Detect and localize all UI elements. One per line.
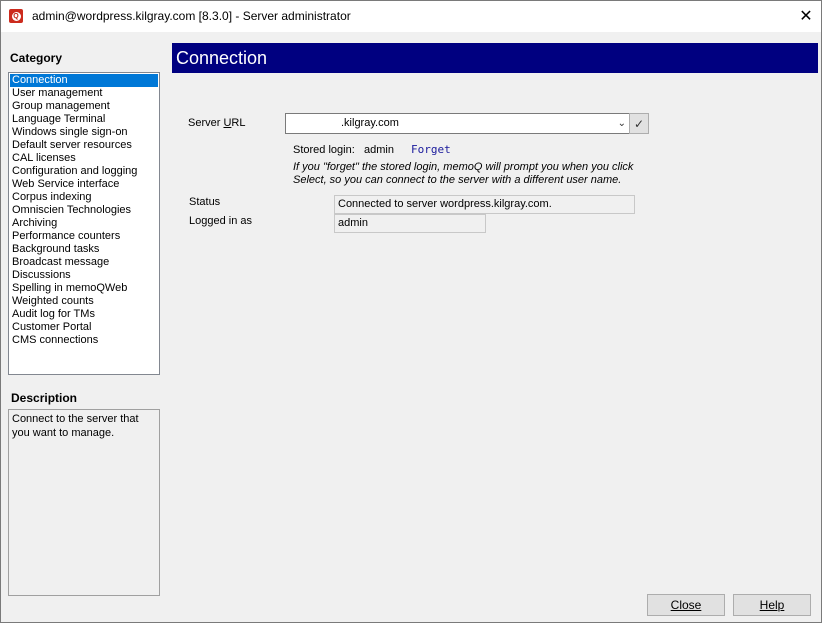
logged-in-as-field: admin: [334, 214, 486, 233]
server-url-value: .kilgray.com: [341, 117, 399, 129]
category-heading: Category: [10, 51, 63, 65]
window-title: admin@wordpress.kilgray.com [8.3.0] - Se…: [32, 9, 351, 23]
category-item[interactable]: Audit log for TMs: [10, 308, 158, 321]
forget-link[interactable]: Forget: [411, 143, 451, 156]
category-item[interactable]: Weighted counts: [10, 295, 158, 308]
select-server-check-button[interactable]: ✓: [629, 113, 649, 134]
forget-hint-text: If you "forget" the stored login, memoQ …: [293, 161, 634, 186]
category-item[interactable]: Connection: [10, 74, 158, 87]
server-administrator-window: Q admin@wordpress.kilgray.com [8.3.0] - …: [0, 0, 822, 623]
category-item[interactable]: User management: [10, 87, 158, 100]
category-item[interactable]: Web Service interface: [10, 178, 158, 191]
close-window-icon[interactable]: ✕: [791, 1, 821, 31]
category-item[interactable]: Broadcast message: [10, 256, 158, 269]
category-item[interactable]: Configuration and logging: [10, 165, 158, 178]
help-button[interactable]: Help: [733, 594, 811, 616]
server-url-combobox[interactable]: .kilgray.com ⌄: [285, 113, 630, 134]
category-item[interactable]: Archiving: [10, 217, 158, 230]
category-item[interactable]: Default server resources: [10, 139, 158, 152]
category-item[interactable]: Corpus indexing: [10, 191, 158, 204]
category-item[interactable]: Customer Portal: [10, 321, 158, 334]
category-item[interactable]: Background tasks: [10, 243, 158, 256]
category-item[interactable]: Performance counters: [10, 230, 158, 243]
category-list[interactable]: Connection User management Group managemen…: [8, 72, 160, 375]
description-heading: Description: [11, 391, 78, 405]
page-title: Connection: [172, 43, 818, 73]
category-item[interactable]: CAL licenses: [10, 152, 158, 165]
stored-login-label: Stored login:: [293, 144, 355, 156]
close-button[interactable]: Close: [647, 594, 725, 616]
category-item[interactable]: Windows single sign-on: [10, 126, 158, 139]
category-item[interactable]: Discussions: [10, 269, 158, 282]
status-label: Status: [189, 196, 221, 208]
server-url-label: Server URL: [188, 117, 246, 129]
chevron-down-icon[interactable]: ⌄: [618, 114, 626, 133]
stored-login-value: admin: [364, 144, 394, 156]
description-text: Connect to the server that you want to m…: [8, 409, 160, 596]
category-item[interactable]: Language Terminal: [10, 113, 158, 126]
status-field: Connected to server wordpress.kilgray.co…: [334, 195, 635, 214]
category-item[interactable]: Spelling in memoQWeb: [10, 282, 158, 295]
category-item[interactable]: CMS connections: [10, 334, 158, 347]
category-item[interactable]: Group management: [10, 100, 158, 113]
memoq-app-icon: Q: [9, 9, 23, 23]
logged-in-as-label: Logged in as: [189, 215, 252, 227]
category-item[interactable]: Omniscien Technologies: [10, 204, 158, 217]
title-bar: Q admin@wordpress.kilgray.com [8.3.0] - …: [1, 1, 821, 32]
